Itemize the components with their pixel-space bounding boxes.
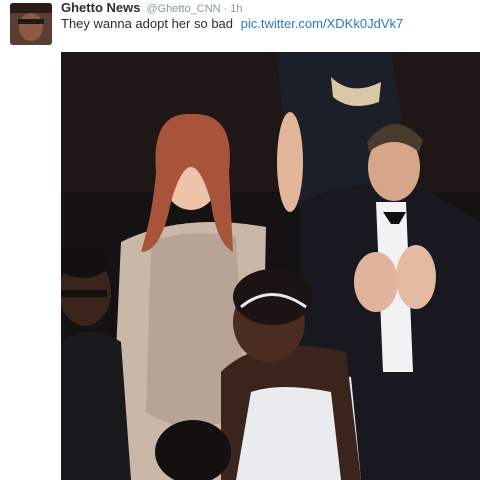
avatar-image	[10, 3, 52, 45]
tweet-timestamp[interactable]: 1h	[230, 3, 242, 15]
tweet-body: They wanna adopt her so bad pic.twitter.…	[61, 16, 403, 31]
tweet-text: They wanna adopt her so bad	[61, 16, 234, 31]
author-avatar[interactable]	[10, 3, 52, 45]
photo-image	[61, 52, 480, 480]
tweet-photo[interactable]	[61, 52, 480, 480]
tweet-media-link[interactable]: pic.twitter.com/XDKk0JdVk7	[241, 16, 404, 31]
meta-separator: ·	[223, 3, 228, 15]
author-handle[interactable]: @Ghetto_CNN	[146, 3, 220, 15]
author-name[interactable]: Ghetto News	[61, 0, 140, 15]
